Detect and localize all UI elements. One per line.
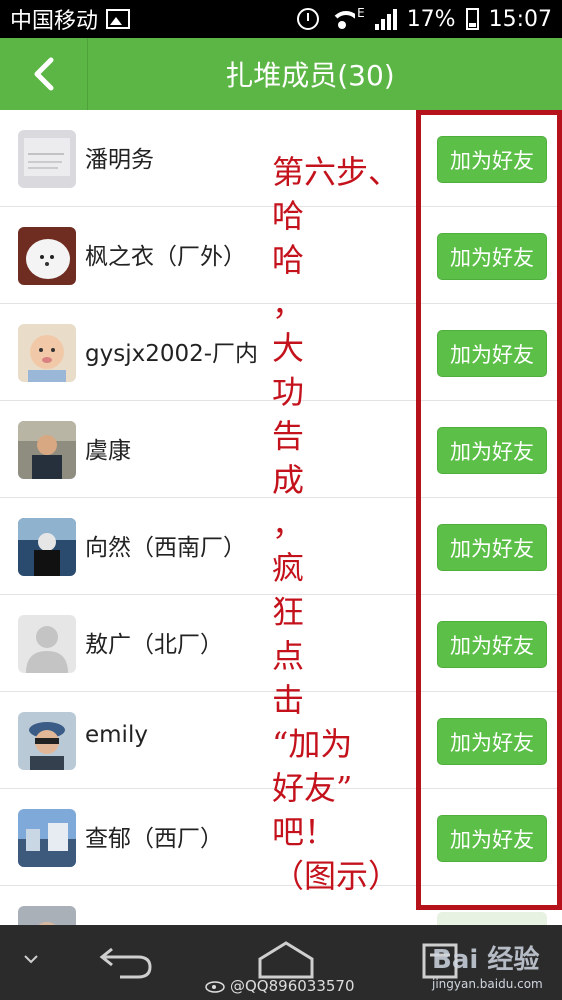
system-nav-bar: @QQ896033570 Bai 经验 jingyan.baidu.com	[0, 925, 562, 1000]
avatar	[18, 227, 76, 285]
add-friend-button[interactable]: 加为好友	[437, 233, 547, 280]
avatar	[18, 906, 76, 925]
annotation-line: 哈	[272, 241, 305, 279]
member-name: 虞康	[85, 438, 131, 464]
clock: 15:07	[488, 6, 552, 32]
avatar	[18, 324, 76, 382]
avatar	[18, 712, 76, 770]
carrier-label: 中国移动	[10, 9, 99, 34]
annotation-line: 好友”	[272, 769, 353, 807]
member-name: 查郁（西厂）	[85, 826, 223, 852]
add-friend-button[interactable]: 加为好友	[437, 815, 547, 862]
annotation-line: 疯	[272, 549, 305, 587]
status-bar: 中国移动 E 17% 15:07	[0, 0, 562, 38]
add-friend-button[interactable]: 加为好友	[437, 718, 547, 765]
add-friend-button[interactable]	[437, 912, 547, 925]
member-name: 敖广（北厂）	[85, 632, 223, 658]
back-button[interactable]	[0, 38, 88, 110]
default-avatar-icon	[18, 615, 76, 673]
annotation-line: 狂	[272, 593, 305, 631]
annotation-text: 第六步、 哈 哈 ， 大 功 告 成 ， 疯 狂 点 击 “加为 好友” 吧！ …	[272, 150, 422, 898]
chevron-down-icon[interactable]	[22, 950, 40, 968]
annotation-line: （图示）	[272, 857, 401, 895]
avatar	[18, 809, 76, 867]
add-friend-button[interactable]: 加为好友	[437, 330, 547, 377]
chevron-left-icon	[34, 57, 53, 91]
add-friend-button[interactable]: 加为好友	[437, 524, 547, 571]
baidu-url: jingyan.baidu.com	[432, 977, 543, 991]
avatar	[18, 615, 76, 673]
battery-icon	[465, 8, 479, 30]
weibo-watermark: @QQ896033570	[230, 977, 355, 995]
annotation-line: 第六步、	[272, 153, 401, 191]
annotation-line: ，	[272, 505, 305, 543]
alarm-icon	[297, 8, 320, 30]
annotation-line: 功	[272, 373, 305, 411]
member-name: emily	[85, 722, 148, 748]
annotation-line: 告	[272, 417, 305, 455]
image-notification-icon	[106, 9, 131, 29]
wifi-icon	[329, 9, 356, 29]
app-header: 扎堆成员(30)	[0, 38, 562, 110]
back-arrow-icon[interactable]	[98, 939, 154, 983]
annotation-line: 吧！	[272, 813, 337, 851]
annotation-line: ，	[272, 285, 305, 323]
member-name: 枫之衣（厂外）	[85, 244, 246, 270]
member-name: 向然（西南厂）	[85, 535, 246, 561]
avatar	[18, 421, 76, 479]
baidu-jingyan-logo: Bai 经验	[432, 945, 540, 975]
member-name: 潘明务	[85, 147, 154, 173]
annotation-line: 大	[272, 329, 305, 367]
signal-icon	[374, 8, 397, 30]
annotation-line: 成	[272, 461, 305, 499]
annotation-line: 击	[272, 681, 305, 719]
avatar	[18, 518, 76, 576]
signal-type-label: E	[357, 6, 365, 20]
add-friend-button[interactable]: 加为好友	[437, 621, 547, 668]
annotation-line: 哈	[272, 197, 305, 235]
add-friend-button[interactable]: 加为好友	[437, 136, 547, 183]
annotation-line: 点	[272, 637, 305, 675]
page-title: 扎堆成员(30)	[225, 59, 395, 92]
battery-percent: 17%	[406, 6, 456, 32]
annotation-line: “加为	[272, 725, 353, 763]
avatar	[18, 130, 76, 188]
add-friend-button[interactable]: 加为好友	[437, 427, 547, 474]
member-name: gysjx2002-厂内	[85, 341, 259, 367]
weibo-icon	[205, 981, 225, 993]
